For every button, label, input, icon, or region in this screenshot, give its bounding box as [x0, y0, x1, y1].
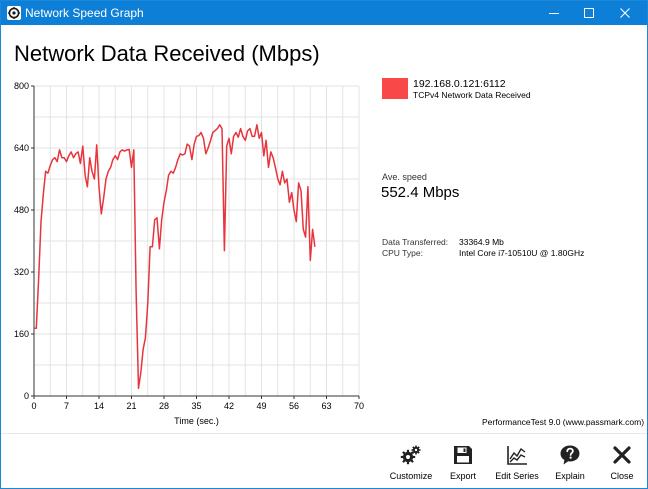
edit-series-label: Edit Series	[495, 471, 539, 481]
graph-heading: Network Data Received (Mbps)	[14, 41, 320, 66]
average-speed-label: Ave. speed	[382, 172, 427, 182]
cpu-type-label: CPU Type:	[382, 248, 423, 258]
x-tick-label: 49	[256, 401, 266, 411]
close-icon	[620, 8, 630, 18]
legend-series-name: 192.168.0.121:6112	[413, 78, 506, 90]
speed-line-chart: 0 160 320 480 640 800 0 7 14 21 28 35 42 49 56 63 70 Time…	[14, 81, 364, 426]
floppy-disk-icon	[454, 446, 472, 464]
average-speed-value: 552.4 Mbps	[381, 184, 460, 201]
y-tick-label: 640	[14, 143, 29, 153]
close-x-icon	[613, 446, 631, 464]
x-tick-label: 14	[94, 401, 104, 411]
y-tick-label: 800	[14, 81, 29, 91]
help-bubble-icon	[560, 445, 580, 465]
y-tick-label: 320	[14, 267, 29, 277]
app-logo-icon	[7, 6, 21, 20]
explain-label: Explain	[555, 471, 585, 481]
legend-swatch[interactable]	[382, 78, 408, 99]
app-version-credit: PerformanceTest 9.0 (www.passmark.com)	[482, 417, 645, 427]
data-transferred-label: Data Transferred:	[382, 237, 449, 247]
x-axis-label: Time (sec.)	[174, 416, 219, 426]
customize-label: Customize	[389, 471, 433, 481]
data-transferred-value: 33364.9 Mb	[459, 237, 504, 247]
title-bar[interactable]: Network Speed Graph	[1, 1, 647, 25]
x-tick-label: 56	[289, 401, 299, 411]
close-label: Close	[610, 471, 634, 481]
edit-series-button[interactable]: Edit Series	[488, 441, 546, 485]
toolbar-divider	[1, 433, 647, 434]
window-close-button[interactable]	[603, 1, 647, 25]
y-tick-label: 160	[14, 329, 29, 339]
customize-button[interactable]: Customize	[382, 441, 440, 485]
line-chart-icon	[507, 446, 527, 465]
export-button[interactable]: Export	[434, 441, 492, 485]
x-tick-label: 42	[224, 401, 234, 411]
main-window: Network Speed Graph Network Data Receive…	[0, 0, 648, 489]
x-tick-label: 63	[321, 401, 331, 411]
explain-button[interactable]: Explain	[541, 441, 599, 485]
gears-icon	[400, 445, 421, 465]
x-tick-label: 7	[64, 401, 69, 411]
x-tick-label: 28	[159, 401, 169, 411]
close-button[interactable]: Close	[593, 441, 648, 485]
minimize-icon	[549, 13, 559, 14]
x-tick-label: 21	[126, 401, 136, 411]
legend-series-description: TCPv4 Network Data Received	[413, 90, 531, 100]
x-tick-label: 0	[31, 401, 36, 411]
window-title: Network Speed Graph	[25, 6, 144, 20]
x-tick-label: 70	[354, 401, 364, 411]
y-tick-label: 480	[14, 205, 29, 215]
maximize-icon	[584, 8, 594, 18]
cpu-type-value: Intel Core i7-10510U @ 1.80GHz	[459, 248, 585, 258]
y-tick-label: 0	[24, 391, 29, 401]
export-label: Export	[449, 471, 476, 481]
x-tick-label: 35	[191, 401, 201, 411]
